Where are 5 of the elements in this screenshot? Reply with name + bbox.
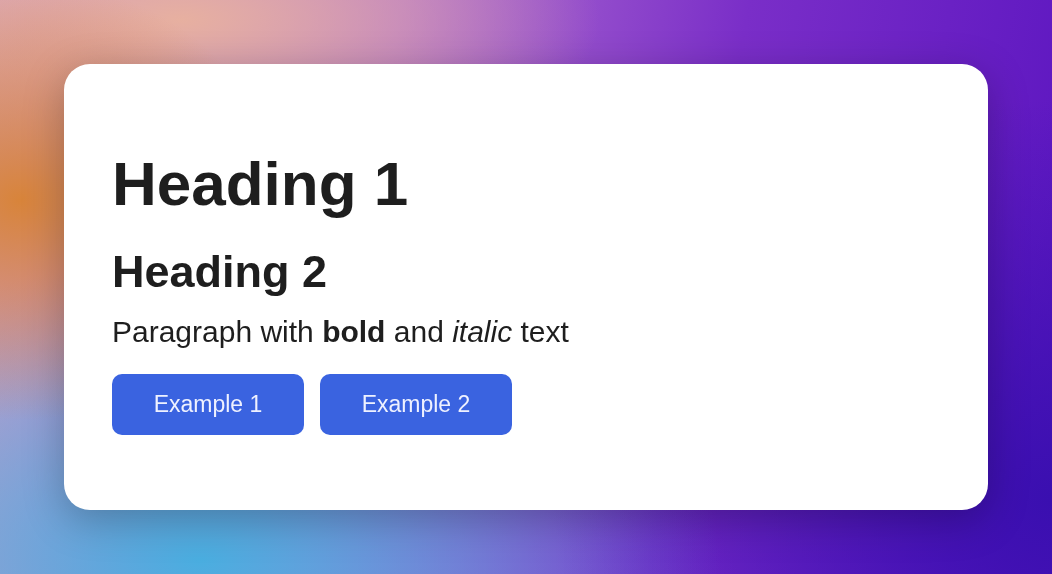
example-button[interactable]: Example 2 <box>320 374 512 435</box>
example-button[interactable]: Example 1 <box>112 374 304 435</box>
paragraph: Paragraph with bold and italic text <box>112 314 570 350</box>
heading: Heading 1 <box>112 148 410 220</box>
subheading: Heading 2 <box>112 246 329 298</box>
